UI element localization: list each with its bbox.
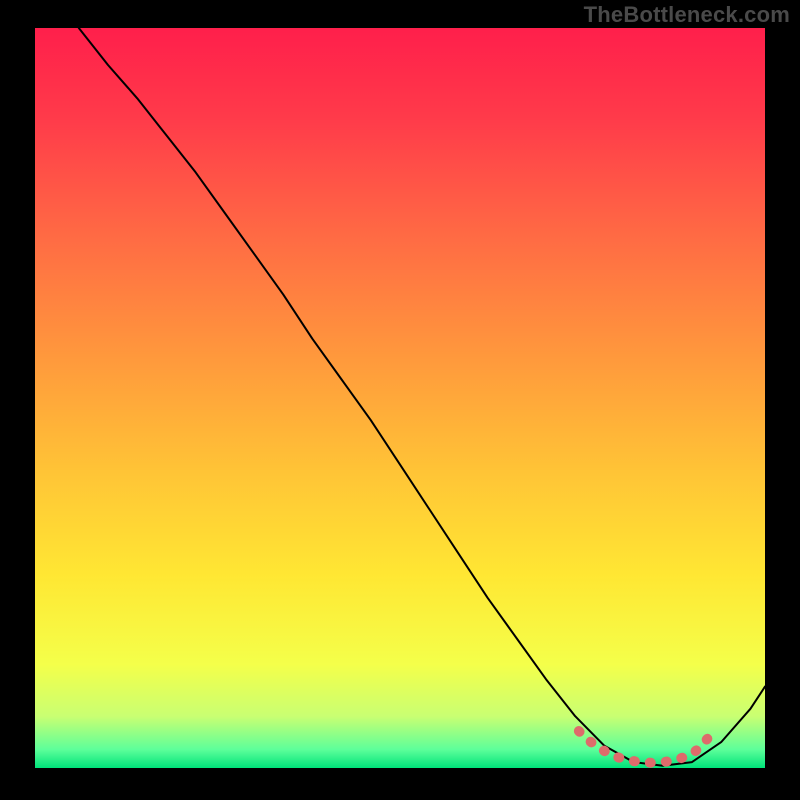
- gradient-background: [35, 28, 765, 768]
- plot-area: [35, 28, 765, 768]
- chart-frame: TheBottleneck.com: [0, 0, 800, 800]
- watermark-label: TheBottleneck.com: [584, 2, 790, 28]
- chart-svg: [35, 28, 765, 768]
